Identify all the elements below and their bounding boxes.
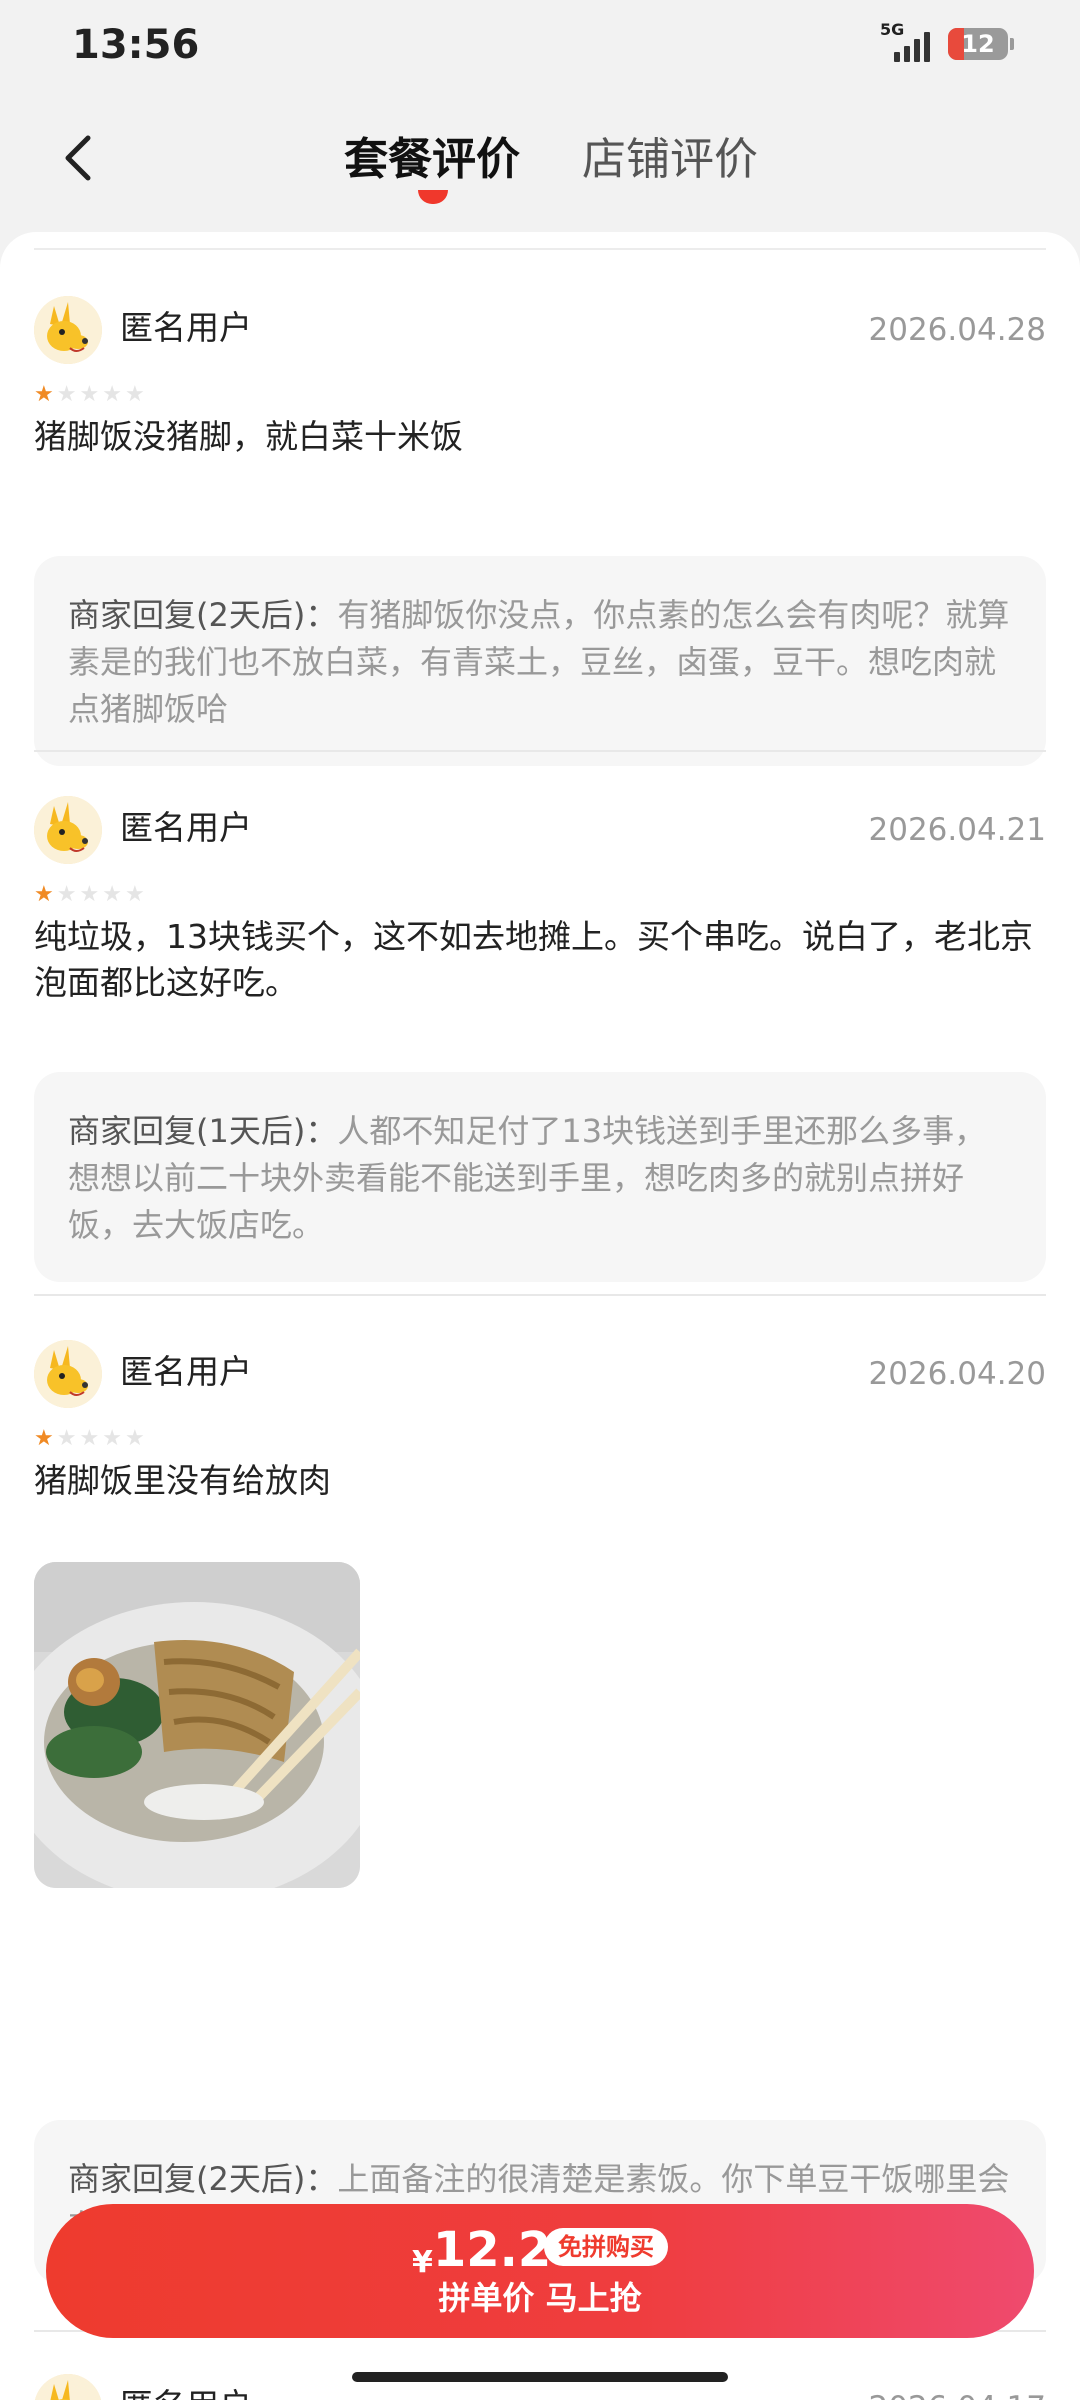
star-icon: ★ [34, 882, 54, 907]
top-nav: 套餐评价 店铺评价 [0, 90, 1080, 230]
review-date: 2026.04.20 [868, 1356, 1047, 1392]
star-rating: ★ ★ ★ ★ ★ [34, 884, 145, 906]
review-date: 2026.04.21 [868, 812, 1047, 848]
username: 匿名用户 [120, 2386, 252, 2400]
chevron-left-icon [65, 135, 91, 181]
divider [34, 1294, 1046, 1296]
username: 匿名用户 [120, 808, 252, 847]
star-icon: ★ [102, 1426, 122, 1451]
kangaroo-avatar-icon [34, 1340, 102, 1408]
username: 匿名用户 [120, 1352, 252, 1391]
star-icon: ★ [102, 382, 122, 407]
reply-label: 商家回复(2天后)： [68, 2160, 338, 2198]
no-group-buy-badge[interactable]: 免拼购买 [544, 2228, 668, 2266]
tab-package-reviews[interactable]: 套餐评价 [344, 130, 520, 190]
star-icon: ★ [124, 1426, 145, 1451]
kangaroo-avatar-icon [34, 296, 102, 364]
buy-button[interactable]: ¥12.2 免拼购买 拼单价 马上抢 [46, 2204, 1034, 2338]
merchant-reply: 商家回复(1天后)：人都不知足付了13块钱送到手里还那么多事，想想以前二十块外卖… [34, 1072, 1046, 1282]
avatar [34, 2374, 102, 2400]
home-indicator[interactable] [352, 2372, 728, 2382]
username: 匿名用户 [120, 308, 252, 347]
price: ¥12.2 [412, 2220, 551, 2280]
kangaroo-avatar-icon [34, 796, 102, 864]
merchant-reply: 商家回复(2天后)：有猪脚饭你没点，你点素的怎么会有肉呢？就算素是的我们也不放白… [34, 556, 1046, 766]
star-icon: ★ [34, 382, 54, 407]
reply-label: 商家回复(2天后)： [68, 596, 338, 634]
avatar [34, 796, 102, 864]
buy-label: 拼单价 马上抢 [438, 2279, 642, 2317]
reply-label: 商家回复(1天后)： [68, 1112, 338, 1150]
star-icon: ★ [79, 882, 100, 907]
divider [34, 248, 1046, 250]
star-icon: ★ [102, 882, 122, 907]
star-icon: ★ [56, 382, 77, 407]
battery-icon: 12 [948, 28, 1008, 60]
review-text: 猪脚饭没猪脚，就白菜十米饭 [34, 417, 463, 456]
status-time: 13:56 [72, 22, 200, 68]
star-icon: ★ [79, 1426, 100, 1451]
review-date: 2026.04.28 [868, 312, 1047, 348]
back-button[interactable] [50, 128, 110, 188]
avatar [34, 1340, 102, 1408]
currency-symbol: ¥ [412, 2245, 433, 2280]
star-icon: ★ [124, 382, 145, 407]
review-text: 纯垃圾，13块钱买个，这不如去地摊上。买个串吃。说白了，老北京泡面都比这好吃。 [34, 917, 1033, 1002]
kangaroo-avatar-icon [34, 2374, 102, 2400]
price-value: 12.2 [432, 2222, 552, 2278]
star-icon: ★ [34, 1426, 54, 1451]
star-icon: ★ [79, 382, 100, 407]
star-rating: ★ ★ ★ ★ ★ [34, 384, 145, 406]
tab-store-reviews[interactable]: 店铺评价 [582, 130, 758, 190]
review-date: 2026.04.17 [869, 2388, 1047, 2400]
divider [34, 750, 1046, 752]
review-photo[interactable] [34, 1562, 360, 1888]
signal-icon: 5G [880, 22, 936, 64]
reviews-list[interactable]: 匿名用户 2026.04.28 ★ ★ ★ ★ ★ 猪脚饭没猪脚，就白菜十米饭 商家回复… [0, 232, 1080, 2400]
star-icon: ★ [124, 882, 145, 907]
food-photo-image [34, 1562, 360, 1888]
battery-level: 12 [961, 30, 995, 58]
review-text: 猪脚饭里没有给放肉 [34, 1461, 331, 1500]
avatar [34, 296, 102, 364]
status-bar: 13:56 5G 12 [0, 0, 1080, 90]
active-tab-indicator [418, 190, 448, 204]
star-icon: ★ [56, 882, 77, 907]
star-icon: ★ [56, 1426, 77, 1451]
star-rating: ★ ★ ★ ★ ★ [34, 1428, 145, 1450]
